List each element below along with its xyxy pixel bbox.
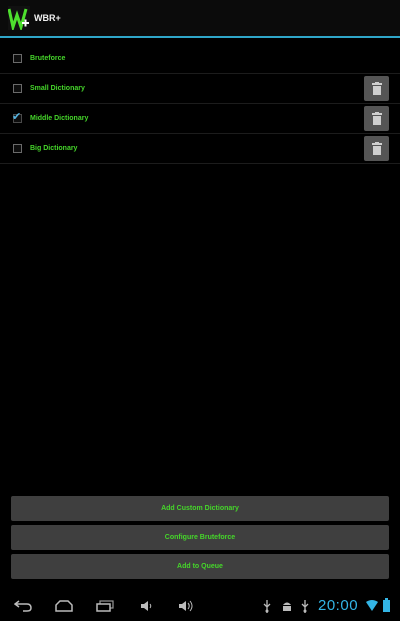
battery-icon bbox=[383, 598, 390, 612]
delete-button[interactable] bbox=[364, 76, 389, 101]
list-item[interactable]: Big Dictionary bbox=[0, 134, 400, 164]
trash-icon bbox=[371, 82, 382, 95]
volume-down-icon[interactable] bbox=[140, 600, 152, 612]
recent-apps-icon[interactable] bbox=[96, 600, 114, 612]
checkbox[interactable] bbox=[13, 84, 22, 93]
list-item[interactable]: Small Dictionary bbox=[0, 74, 400, 104]
trash-icon bbox=[371, 112, 382, 125]
check-icon: ✔ bbox=[12, 110, 22, 123]
home-icon[interactable] bbox=[54, 600, 74, 612]
delete-button[interactable] bbox=[364, 136, 389, 161]
system-nav-bar: 20:00 bbox=[0, 592, 400, 621]
action-buttons: Add Custom Dictionary Configure Brutefor… bbox=[11, 496, 389, 583]
action-bar: WBR+ bbox=[0, 0, 400, 38]
configure-bruteforce-button[interactable]: Configure Bruteforce bbox=[11, 525, 389, 550]
add-to-queue-button[interactable]: Add to Queue bbox=[11, 554, 389, 579]
checkbox[interactable] bbox=[13, 54, 22, 63]
usb-icon bbox=[301, 600, 309, 613]
list-item-label: Middle Dictionary bbox=[30, 115, 89, 122]
dictionary-list: Bruteforce Small Dictionary ✔ Middle Dic… bbox=[0, 44, 400, 164]
list-item[interactable]: ✔ Middle Dictionary bbox=[0, 104, 400, 134]
list-item-label: Bruteforce bbox=[30, 55, 66, 62]
checkbox[interactable] bbox=[13, 144, 22, 153]
trash-icon bbox=[371, 142, 382, 155]
usb-icon bbox=[263, 600, 271, 613]
back-icon[interactable] bbox=[14, 600, 32, 612]
android-debug-icon bbox=[283, 602, 291, 611]
checkbox[interactable]: ✔ bbox=[12, 110, 22, 123]
wifi-icon bbox=[366, 600, 378, 611]
app-title: WBR+ bbox=[34, 13, 61, 23]
volume-up-icon[interactable] bbox=[178, 600, 194, 612]
add-custom-dictionary-button[interactable]: Add Custom Dictionary bbox=[11, 496, 389, 521]
list-item[interactable]: Bruteforce bbox=[0, 44, 400, 74]
delete-button[interactable] bbox=[364, 106, 389, 131]
list-item-label: Big Dictionary bbox=[30, 145, 78, 152]
status-clock: 20:00 bbox=[318, 597, 359, 614]
app-logo-icon[interactable] bbox=[7, 6, 30, 33]
list-item-label: Small Dictionary bbox=[30, 85, 85, 92]
